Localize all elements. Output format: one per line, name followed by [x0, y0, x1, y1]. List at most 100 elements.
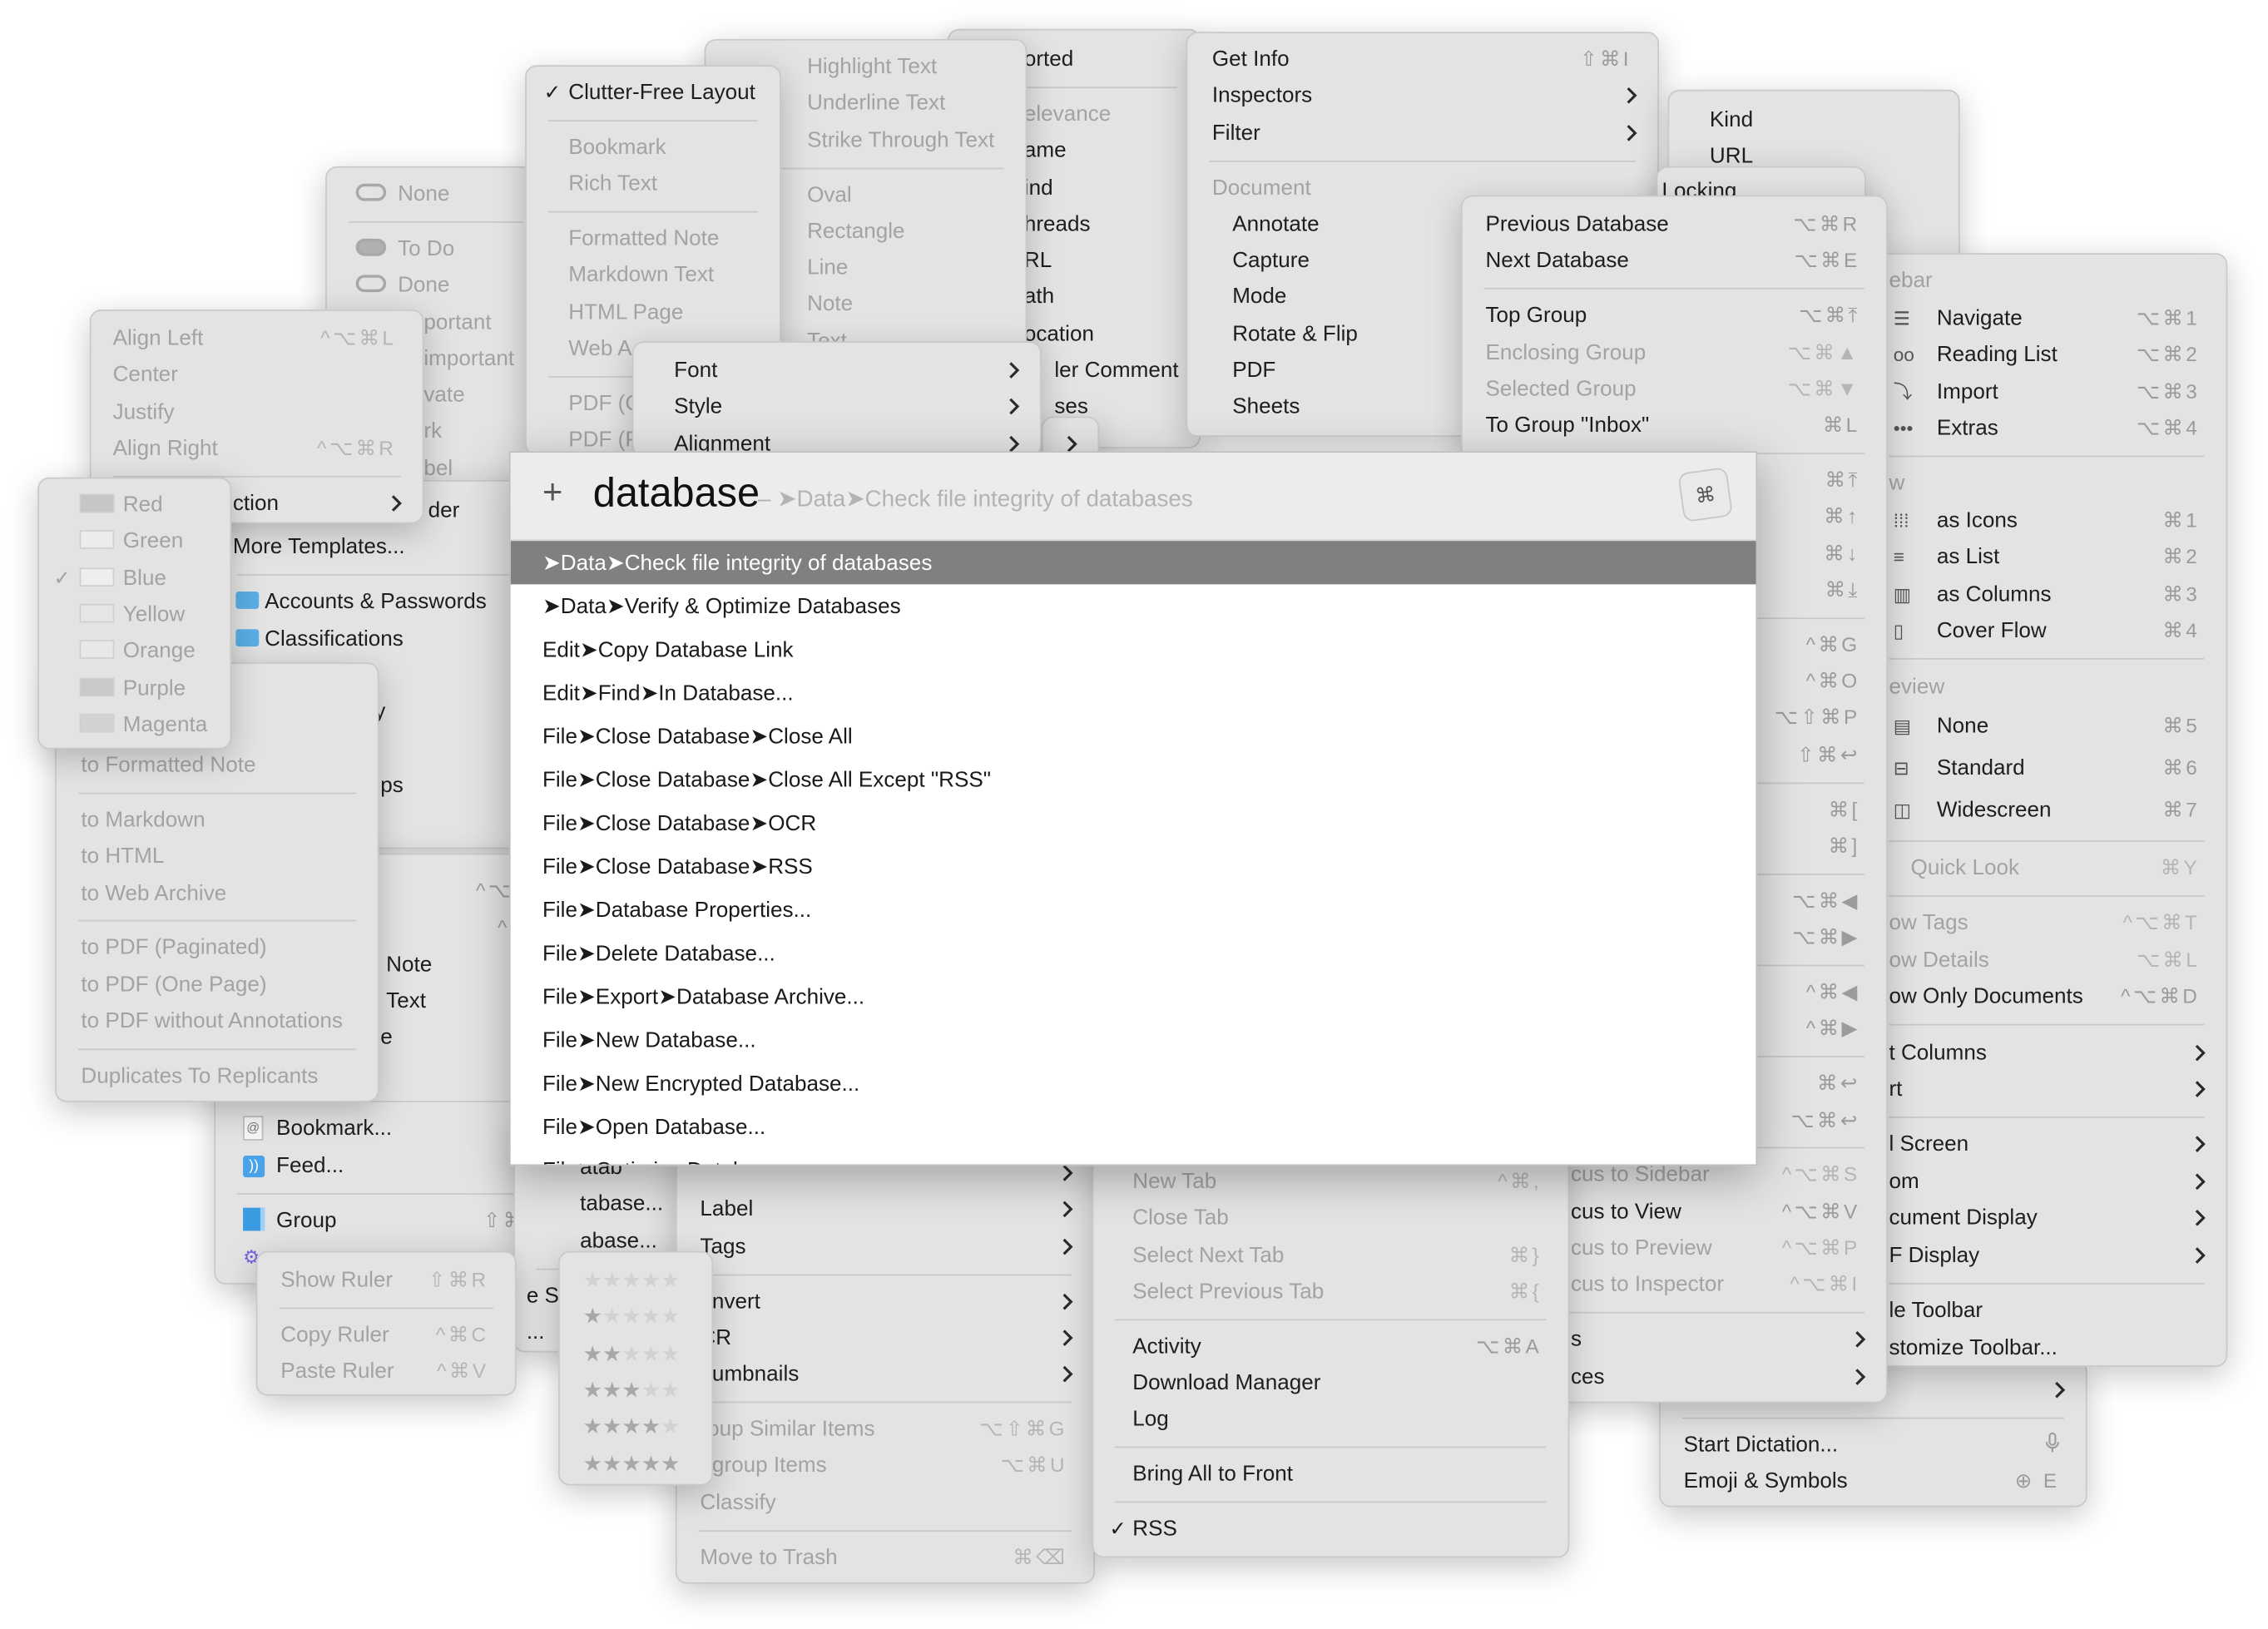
menu-item[interactable]: l Screen — [1867, 1126, 2226, 1162]
menu-item[interactable]: cument Display — [1867, 1201, 2226, 1236]
menu-item: Red — [39, 487, 230, 522]
result-row[interactable]: File➤Close Database➤Close All Except "RS… — [511, 758, 1756, 801]
menu-item[interactable]: Tags — [677, 1228, 1094, 1264]
result-row[interactable]: File➤New Database... — [511, 1018, 1756, 1062]
result-row[interactable]: File➤Delete Database... — [511, 932, 1756, 975]
shortcut-label: ^ — [498, 915, 510, 939]
menu-item-label: ps — [380, 772, 404, 798]
menu-separator — [1115, 1447, 1547, 1448]
menu-item[interactable]: ▤ None ⌘5 — [1867, 708, 2226, 744]
menu-item[interactable]: Kind — [1669, 102, 1959, 138]
menu-item[interactable]: Download Manager — [1093, 1364, 1567, 1400]
result-label: File➤Close Database➤OCR — [542, 811, 817, 836]
menu-item[interactable]: tabase... — [515, 1186, 678, 1221]
menu-item[interactable]: CR — [677, 1320, 1094, 1355]
shortcut-label: ⌥⌘▼ — [1787, 376, 1860, 400]
menu-item-label: Style — [674, 394, 723, 419]
menu-item[interactable]: Font — [633, 352, 1040, 388]
menu-item[interactable]: Inspectors — [1187, 78, 1657, 114]
menu-item[interactable]: t Columns — [1867, 1034, 2226, 1070]
menu-item-label: Label — [700, 1197, 754, 1222]
menu-item[interactable]: Start Dictation... — [1661, 1427, 2086, 1463]
menu-item-label: Justify — [112, 399, 175, 424]
result-row[interactable]: File➤Database Properties... — [511, 888, 1756, 931]
result-row[interactable]: File➤New Encrypted Database... — [511, 1062, 1756, 1105]
menu-item[interactable]: ⁞⁞⁞ as Icons ⌘1 — [1867, 503, 2226, 538]
menu-item[interactable]: Top Group ⌥⌘⤒ — [1463, 298, 1886, 334]
menu-item[interactable]: le Toolbar — [1867, 1293, 2226, 1329]
menu-item[interactable]: ▯ Cover Flow ⌘4 — [1867, 613, 2226, 649]
menu-item[interactable]: Get Info ⇧⌘I — [1187, 42, 1657, 77]
menu-item[interactable]: ◫ Widescreen ⌘7 — [1867, 792, 2226, 828]
shortcut-label: ⌘6 — [2162, 755, 2201, 779]
shortcut-label: ⌥⌘U — [1000, 1453, 1068, 1477]
shortcut-label: ⌘2 — [2162, 545, 2201, 568]
menu-item[interactable]: ✓ RSS — [1093, 1511, 1567, 1547]
shortcut-label: ^⌘, — [1498, 1169, 1543, 1193]
menu-item-label: ow Tags — [1889, 910, 1968, 936]
shortcut-label: ⌘7 — [2162, 797, 2201, 821]
menu-item[interactable]: Style — [633, 389, 1040, 424]
menu-item[interactable]: Emoji & Symbols ⊕ E — [1661, 1463, 2086, 1499]
shortcut-label: ⇧⌘I — [1580, 47, 1632, 71]
menu-item[interactable]: oo Reading List ⌥⌘2 — [1867, 336, 2226, 372]
menu-item: Formatted Note — [527, 220, 780, 256]
star-empty-icon: ★ — [661, 1305, 681, 1330]
menu-item[interactable]: ⤵ Import ⌥⌘3 — [1867, 374, 2226, 409]
menu-item[interactable]: Filter — [1187, 115, 1657, 151]
menu-item[interactable]: Activity ⌥⌘A — [1093, 1328, 1567, 1364]
menu-item[interactable]: ••• Extras ⌥⌘4 — [1867, 410, 2226, 446]
menu-item[interactable]: ow Only Documents ^⌥⌘D — [1867, 978, 2226, 1014]
result-row[interactable]: File➤Close Database➤RSS — [511, 844, 1756, 888]
menu-item[interactable]: stomize Toolbar... — [1867, 1329, 2226, 1365]
rating-item[interactable]: ★★★★★ — [560, 1445, 712, 1481]
menu-item[interactable]: Next Database ⌥⌘E — [1463, 243, 1886, 279]
menu-item-label: as List — [1936, 545, 2000, 570]
result-label: File➤Close Database➤Close All Except "RS… — [542, 768, 992, 793]
result-row[interactable]: File➤Open Database... — [511, 1105, 1756, 1148]
menu-item[interactable]: om — [1867, 1163, 2226, 1199]
result-label: ➤Data➤Verify & Optimize Databases — [542, 594, 901, 620]
star-rating: ★★★★★ — [583, 1304, 681, 1330]
result-row[interactable]: ➤Data➤Verify & Optimize Databases — [511, 584, 1756, 627]
plus-icon[interactable]: + — [542, 473, 562, 513]
menu-item: Close Tab — [1093, 1201, 1567, 1236]
menu-item[interactable]: ✓ Clutter-Free Layout — [527, 75, 780, 111]
result-row[interactable]: Edit➤Copy Database Link — [511, 628, 1756, 671]
result-row[interactable]: Edit➤Find➤In Database... — [511, 671, 1756, 715]
result-row[interactable]: File➤Close Database➤OCR — [511, 801, 1756, 844]
result-row[interactable]: ➤Data➤Check file integrity of databases — [510, 541, 1756, 585]
result-row[interactable]: File➤Export➤Database Archive... — [511, 975, 1756, 1018]
shortcut-label: ⌥⌘1 — [2136, 305, 2201, 329]
rating-item[interactable]: ★★★★★ — [560, 1409, 712, 1444]
result-row[interactable]: File➤Close Database➤Close All — [511, 715, 1756, 758]
menu-item[interactable]: onvert — [677, 1283, 1094, 1319]
menu-item[interactable]: rt — [1867, 1071, 2226, 1107]
menu-item-label: to PDF (One Page) — [81, 972, 267, 998]
menu-item[interactable]: Log — [1093, 1401, 1567, 1437]
menu-item[interactable]: Label — [677, 1191, 1094, 1227]
menu-item[interactable]: ▥ as Columns ⌘3 — [1867, 576, 2226, 611]
menu-item[interactable]: humbnails — [677, 1356, 1094, 1392]
feed-icon: )) — [243, 1154, 265, 1177]
menu-item-label: To Do — [398, 236, 455, 261]
result-row[interactable]: File➤Optimize Database — [511, 1148, 1756, 1165]
star-filled-icon: ★ — [641, 1451, 661, 1477]
menu-item[interactable]: ☰ Navigate ⌥⌘1 — [1867, 300, 2226, 335]
menu-item[interactable]: ≡ as List ⌘2 — [1867, 539, 2226, 575]
swatch-icon — [79, 713, 115, 735]
rating-item[interactable]: ★★★★★ — [560, 1262, 712, 1298]
rating-item[interactable]: ★★★★★ — [560, 1372, 712, 1408]
rating-item[interactable]: ★★★★★ — [560, 1299, 712, 1334]
menu-item[interactable]: Previous Database ⌥⌘R — [1463, 206, 1886, 242]
rating-item[interactable]: ★★★★★ — [560, 1335, 712, 1371]
shortcut-label: ⌘Y — [2160, 855, 2201, 879]
microphone-icon — [2045, 1432, 2059, 1458]
menu-item[interactable]: F Display — [1867, 1237, 2226, 1273]
menu-item[interactable]: To Group "Inbox" ⌘L — [1463, 408, 1886, 443]
menu-item[interactable]: Bring All to Front — [1093, 1456, 1567, 1492]
search-query-input[interactable]: database — [593, 470, 760, 517]
menu-item-label: ler Comment — [1054, 358, 1179, 383]
menu-item-label: Oval — [807, 182, 852, 207]
menu-item[interactable]: ⊟ Standard ⌘6 — [1867, 750, 2226, 785]
